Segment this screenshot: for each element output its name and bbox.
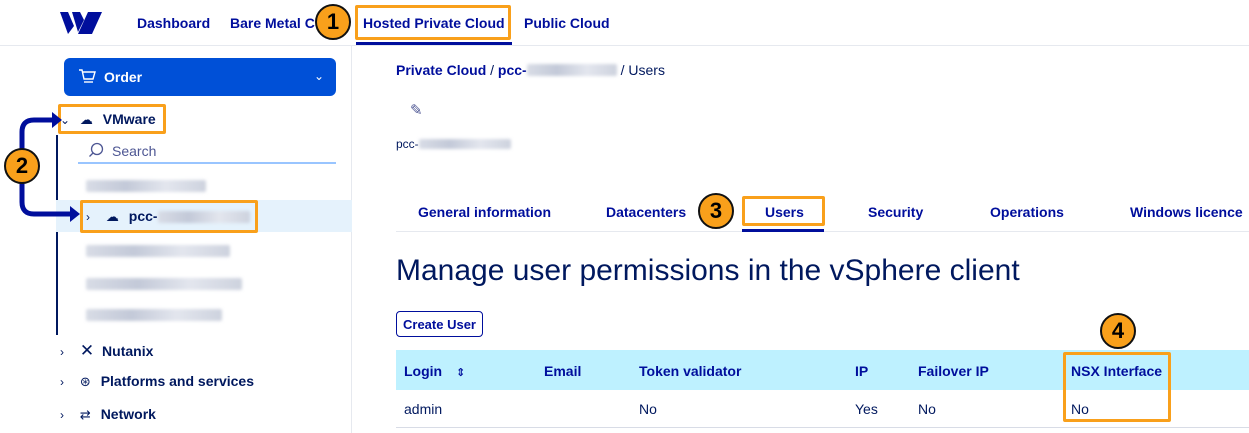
tab-operations[interactable]: Operations — [990, 204, 1064, 220]
blurred-service-name[interactable] — [86, 245, 230, 257]
tab-datacenters[interactable]: Datacenters — [606, 204, 686, 220]
blurred-service-name[interactable] — [86, 278, 242, 290]
column-header-ip: IP — [855, 363, 869, 379]
highlight-users-tab — [742, 196, 825, 226]
cell-failover-ip: No — [918, 401, 936, 417]
breadcrumb-pcc[interactable]: pcc- — [498, 62, 527, 78]
column-header-token-validator: Token validator — [639, 363, 742, 379]
pcc-prefix: pcc- — [396, 137, 419, 151]
nav-link-dashboard[interactable]: Dashboard — [137, 15, 210, 31]
sidebar-item-label: Nutanix — [102, 343, 154, 359]
pcc-display-name: pcc- — [396, 137, 511, 151]
create-user-button[interactable]: Create User — [396, 311, 483, 337]
cell-login: admin — [404, 401, 443, 417]
chevron-right-icon: › — [60, 375, 64, 389]
chevron-down-icon: ⌄ — [313, 69, 324, 83]
sidebar-item-label: Platforms and services — [100, 373, 254, 389]
highlight-nsx-interface — [1063, 352, 1171, 422]
highlight-pcc — [80, 200, 258, 233]
sidebar-item-platforms[interactable]: › ⊛ Platforms and services — [60, 373, 254, 390]
breadcrumb-private-cloud[interactable]: Private Cloud — [396, 62, 486, 78]
active-tab-indicator — [742, 229, 824, 232]
tab-windows-licence[interactable]: Windows licence — [1130, 204, 1243, 220]
search-placeholder: Search — [112, 143, 157, 159]
column-header-label: Login — [404, 363, 443, 379]
blurred-pcc-name — [418, 139, 511, 149]
nutanix-icon: ✕ — [79, 341, 95, 360]
cell-ip: Yes — [855, 401, 878, 417]
annotation-badge-4: 4 — [1100, 313, 1136, 349]
cart-icon — [79, 69, 96, 83]
sort-icon[interactable]: ⇕ — [456, 367, 465, 379]
cell-token-validator: No — [639, 401, 657, 417]
highlight-vmware — [58, 104, 166, 134]
breadcrumb-separator: / — [490, 62, 495, 78]
ovh-logo-icon[interactable] — [58, 10, 104, 36]
nav-active-indicator — [356, 42, 512, 45]
tab-general-information[interactable]: General information — [418, 204, 551, 220]
top-navigation: Dashboard Bare Metal C Hosted Private Cl… — [0, 0, 1249, 46]
annotation-badge-1: 1 — [315, 4, 351, 40]
breadcrumb-current: Users — [628, 62, 665, 78]
sidebar-item-label: Network — [100, 406, 156, 422]
column-header-email: Email — [544, 363, 582, 379]
breadcrumb: Private Cloud / pcc- / Users — [396, 62, 665, 78]
platforms-icon: ⊛ — [79, 374, 91, 389]
annotation-badge-2: 2 — [4, 148, 40, 184]
highlight-hosted-private-cloud — [355, 5, 511, 40]
blurred-service-name[interactable] — [86, 180, 206, 192]
page-heading: Manage user permissions in the vSphere c… — [396, 254, 1020, 287]
search-icon — [89, 142, 104, 157]
tab-security[interactable]: Security — [868, 204, 923, 220]
network-icon: ⇄ — [79, 407, 91, 422]
order-button[interactable]: Order ⌄ — [64, 58, 336, 96]
blurred-pcc-name — [526, 64, 617, 76]
table-row-divider — [396, 427, 1249, 428]
column-header-login[interactable]: Login ⇕ — [404, 363, 465, 379]
tree-guide-line — [56, 135, 58, 335]
edit-pencil-icon[interactable]: ✎ — [410, 101, 423, 119]
blurred-service-name[interactable] — [86, 309, 222, 321]
column-header-failover-ip: Failover IP — [918, 363, 989, 379]
order-button-label: Order — [104, 69, 143, 85]
sidebar-search-input[interactable]: Search — [78, 138, 336, 164]
breadcrumb-separator: / — [620, 62, 625, 78]
nav-link-public-cloud[interactable]: Public Cloud — [524, 15, 610, 31]
sidebar-item-nutanix[interactable]: › ✕ Nutanix — [60, 341, 153, 361]
chevron-right-icon: › — [60, 345, 64, 359]
chevron-right-icon: › — [60, 408, 64, 422]
nav-link-bare-metal-cloud[interactable]: Bare Metal C — [230, 15, 315, 31]
sidebar-item-network[interactable]: › ⇄ Network — [60, 406, 156, 423]
annotation-badge-3: 3 — [698, 193, 734, 229]
